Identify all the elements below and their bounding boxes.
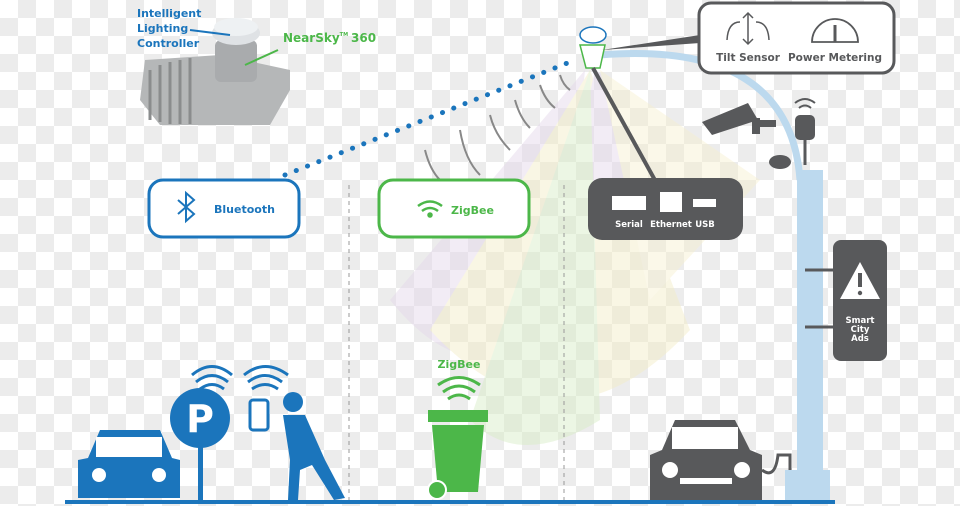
sensors-box: Tilt Sensor Power Metering (697, 1, 896, 75)
nearsky-sensor-icon (579, 26, 607, 69)
ev-car-icon (650, 420, 792, 500)
parked-car-icon (78, 430, 180, 498)
wifi-icon (191, 365, 233, 391)
controller-label-line: Controller (137, 37, 200, 50)
ports-box: Serial Ethernet USB (588, 178, 743, 240)
usb-port-icon (693, 199, 716, 207)
controller-label: Intelligent Lighting Controller (137, 7, 201, 50)
smart-city-diagram: Intelligent Lighting Controller NearSkyT… (65, 1, 896, 504)
product-name: NearSkyTM 360 (283, 31, 376, 45)
ads-line: Ads (851, 334, 869, 344)
controller-label-line: Intelligent (137, 7, 201, 20)
serial-label: Serial (615, 220, 643, 230)
zigbee-box: ZigBee (377, 178, 531, 239)
ethernet-port-icon (660, 192, 682, 212)
parking-sign-letter: P (186, 397, 214, 441)
controller-label-line: Lighting (137, 22, 188, 35)
callout-pointer (602, 35, 700, 50)
ground-line (65, 500, 835, 504)
pedestrian-phone-icon (243, 365, 345, 500)
serial-port-icon (612, 196, 646, 210)
usb-label: USB (695, 220, 715, 230)
power-metering-label: Power Metering (788, 52, 882, 64)
zigbee-label: ZigBee (451, 204, 494, 217)
ethernet-label: Ethernet (650, 220, 692, 230)
bluetooth-label: Bluetooth (214, 203, 275, 216)
sensor-pod-icon (769, 155, 791, 169)
tilt-sensor-label: Tilt Sensor (716, 52, 781, 64)
bluetooth-box: Bluetooth (147, 178, 301, 239)
bin-zigbee-label: ZigBee (438, 358, 481, 371)
smart-waste-bin-icon: ZigBee (427, 358, 488, 500)
